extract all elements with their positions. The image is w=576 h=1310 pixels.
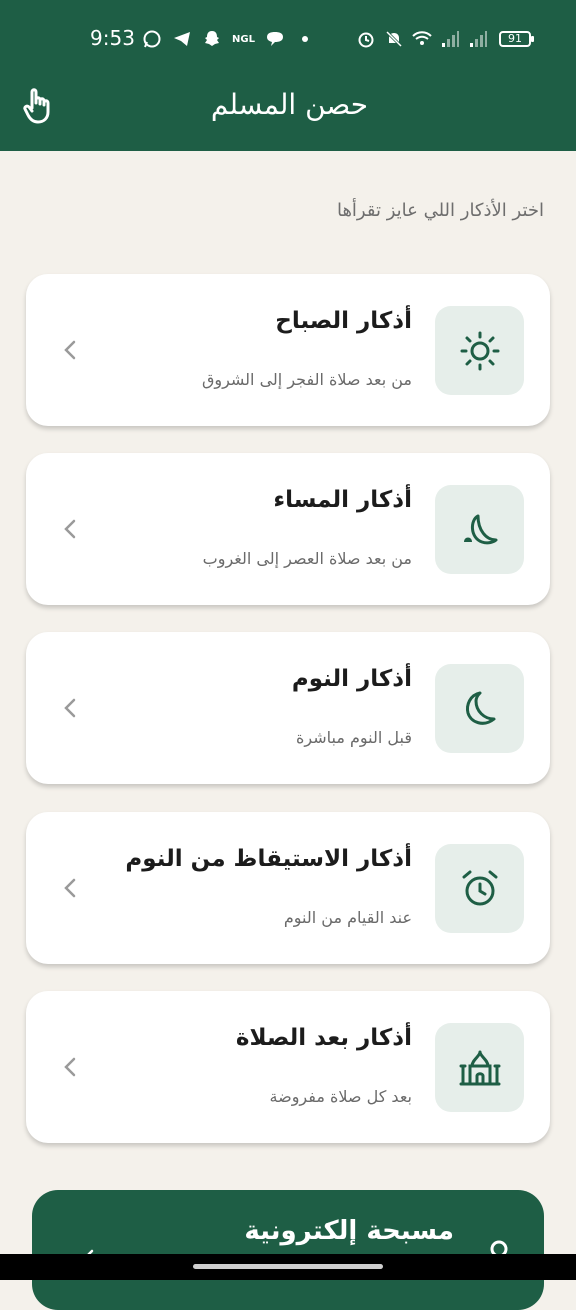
card-description: بعد كل صلاة مفروضة [269, 1087, 412, 1106]
telegram-icon [174, 32, 190, 46]
wifi-icon [412, 31, 432, 45]
card-morning-adhkar[interactable]: أذكار الصباح من بعد صلاة الفجر إلى الشرو… [26, 274, 550, 426]
sunset-moon-icon [463, 514, 497, 544]
status-bar: 9:53 NGL 91 [0, 22, 576, 56]
card-description: عند القيام من النوم [283, 908, 412, 927]
app-header: 9:53 NGL 91 حصن المسلم [0, 0, 576, 151]
mosque-icon [459, 1050, 500, 1085]
card-icon-box [435, 1023, 524, 1112]
hand-pointer-icon[interactable] [20, 86, 56, 126]
whatsapp-icon [143, 30, 161, 48]
home-gesture-handle[interactable] [193, 1264, 383, 1269]
chevron-left-icon [64, 1057, 76, 1077]
chevron-left-icon [64, 878, 76, 898]
notification-icons: NGL [142, 28, 315, 50]
snapchat-icon [205, 31, 219, 46]
chevron-left-icon [64, 698, 76, 718]
card-title: أذكار الاستيقاظ من النوم [125, 846, 412, 872]
alarm-clock-icon [462, 870, 497, 905]
moon-icon [465, 691, 495, 725]
card-icon-box [435, 664, 524, 753]
card-title: أذكار الصباح [275, 308, 412, 334]
card-waking-adhkar[interactable]: أذكار الاستيقاظ من النوم عند القيام من ا… [26, 812, 550, 964]
card-title: أذكار بعد الصلاة [235, 1025, 412, 1051]
battery-indicator: 91 [499, 31, 534, 47]
card-description: من بعد صلاة العصر إلى الغروب [202, 549, 412, 568]
card-icon-box [435, 306, 524, 395]
card-title: مسبحة إلكترونية [244, 1216, 454, 1246]
card-description: من بعد صلاة الفجر إلى الشروق [201, 370, 412, 389]
ngl-icon: NGL [232, 33, 255, 45]
card-electronic-tasbih[interactable]: مسبحة إلكترونية [32, 1190, 544, 1310]
sun-icon [460, 331, 499, 370]
signal-icon-1 [442, 31, 459, 47]
mute-icon [385, 30, 403, 48]
card-icon-box [435, 844, 524, 933]
card-sleep-adhkar[interactable]: أذكار النوم قبل النوم مباشرة [26, 632, 550, 784]
chevron-left-icon [64, 340, 76, 360]
chat-bubble-icon [266, 32, 283, 46]
card-after-prayer-adhkar[interactable]: أذكار بعد الصلاة بعد كل صلاة مفروضة [26, 991, 550, 1143]
app-title: حصن المسلم [210, 88, 368, 121]
system-navigation-bar [0, 1254, 576, 1280]
card-title: أذكار المساء [273, 487, 412, 513]
card-icon-box [435, 485, 524, 574]
card-title: أذكار النوم [291, 666, 412, 692]
status-time: 9:53 [90, 26, 135, 50]
dot-icon [301, 36, 308, 42]
chevron-left-icon [64, 519, 76, 539]
card-description: قبل النوم مباشرة [296, 728, 412, 747]
section-subtitle: اختر الأذكار اللي عايز تقرأها [336, 200, 544, 221]
card-evening-adhkar[interactable]: أذكار المساء من بعد صلاة العصر إلى الغرو… [26, 453, 550, 605]
signal-icon-2 [470, 31, 487, 47]
system-icons [356, 28, 488, 50]
alarm-icon [358, 32, 374, 48]
